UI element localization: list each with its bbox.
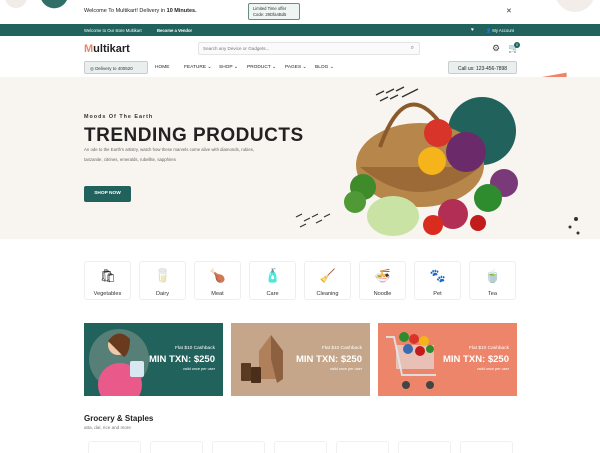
promo-strip: Welcome To Multikart! Delivery in 10 Min… [0,0,600,24]
category-icon: 🍵 [484,268,502,283]
cashback-banner[interactable]: Flat $10 Cashback MIN TXN: $250 valid on… [84,323,223,396]
category-icon: 🐾 [429,268,447,283]
category-item[interactable]: 🧴 Care [249,261,296,300]
decor-leaf [555,0,595,12]
settings-icon[interactable]: ⚙ [492,43,500,54]
category-icon: 🍗 [209,268,227,283]
cashback-min: MIN TXN: $250 [443,354,509,365]
close-icon[interactable]: ✕ [506,7,512,15]
chevron-down-icon: ⌄ [302,65,307,70]
cashback-title: Flat $10 Cashback [175,346,215,351]
category-item[interactable]: 🥛 Dairy [139,261,186,300]
logo[interactable]: Multikart [84,43,130,55]
product-card[interactable] [398,441,451,453]
nav-shop[interactable]: SHOP ⌄ [219,65,238,70]
category-item[interactable]: 🐾 Pet [414,261,461,300]
cashback-valid: valid once per user [329,367,362,371]
top-bar: Welcome to Our store Multikart Become a … [0,24,600,36]
search-icon[interactable]: ⌕ [411,45,414,52]
category-item[interactable]: 🛍 Vegetables [84,261,131,300]
hero-description: An ode to the Earth's artistry, watch ho… [84,147,255,162]
product-card[interactable] [336,441,389,453]
user-icon: 👤 [486,28,492,33]
cart-count-badge: 0 [514,42,520,48]
cashback-min: MIN TXN: $250 [149,354,215,365]
cashback-valid: valid once per user [476,367,509,371]
category-item[interactable]: 🍵 Tea [469,261,516,300]
category-item[interactable]: 🧹 Cleaning [304,261,351,300]
category-icon: 🛍 [99,268,117,283]
my-account-link[interactable]: 👤 My Account [486,28,514,34]
search-input[interactable]: Search any Device or Gadgets... ⌕ [198,42,420,55]
category-icon: 🍜 [374,268,392,283]
nav-feature[interactable]: FEATURE ⌄ [184,65,211,70]
heart-icon[interactable]: ♥ [471,27,474,33]
section-subtitle: atta, dal, rice and more [84,425,131,430]
product-card[interactable] [88,441,141,453]
delivery-location-button[interactable]: ◎ Delivery to 400520 [84,61,148,74]
nav-product[interactable]: PRODUCT ⌄ [247,65,276,70]
shop-now-button[interactable]: SHOP NOW [84,186,131,202]
category-item[interactable]: 🍗 Meat [194,261,241,300]
chevron-down-icon: ⌄ [207,65,212,70]
category-icon: 🥛 [154,268,172,283]
become-vendor-link[interactable]: Become a Vendor [157,28,192,33]
product-card[interactable] [274,441,327,453]
promo-text: Welcome To Multikart! Delivery in 10 Min… [84,8,197,14]
nav-blog[interactable]: BLOG ⌄ [315,65,334,70]
product-card[interactable] [212,441,265,453]
cashback-banner[interactable]: Flat $10 Cashback MIN TXN: $250 valid on… [378,323,517,396]
call-us-button[interactable]: Call us: 123-456-7898 [448,61,517,74]
hero-banner: Moods Of The Earth TRENDING PRODUCTS An … [0,77,600,239]
product-card[interactable] [460,441,513,453]
chevron-down-icon: ⌄ [233,65,238,70]
cashback-valid: valid once per user [182,367,215,371]
hero-title: TRENDING PRODUCTS [84,125,304,146]
category-icon: 🧴 [264,268,282,283]
nav-home[interactable]: HOME [155,65,169,70]
hero-kicker: Moods Of The Earth [84,114,154,120]
cashback-min: MIN TXN: $250 [296,354,362,365]
nav-pages[interactable]: PAGES ⌄ [285,65,307,70]
section-title: Grocery & Staples [84,414,154,423]
category-icon: 🧹 [319,268,337,283]
offer-code-badge: Limited Time offer Code: 29Dfa4Bd5 [248,3,300,20]
cashback-title: Flat $10 Cashback [469,346,509,351]
chevron-down-icon: ⌄ [271,65,277,70]
chevron-down-icon: ⌄ [329,65,334,70]
welcome-text: Welcome to Our store Multikart [84,28,142,33]
cashback-banner[interactable]: Flat $10 Cashback MIN TXN: $250 valid on… [231,323,370,396]
decor-leaf [40,0,72,12]
decor-leaf [5,0,27,8]
product-card[interactable] [150,441,203,453]
category-item[interactable]: 🍜 Noodle [359,261,406,300]
cashback-title: Flat $10 Cashback [322,346,362,351]
